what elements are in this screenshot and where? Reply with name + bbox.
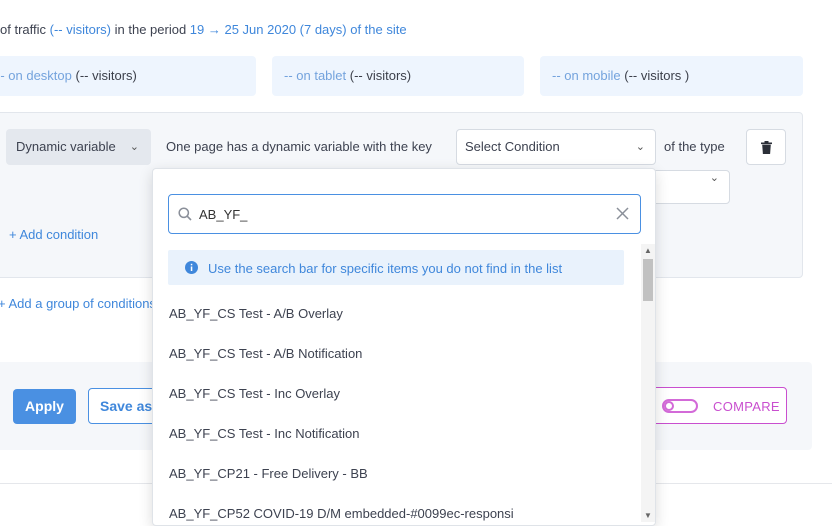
apply-button[interactable]: Apply xyxy=(13,389,76,424)
compare-toggle[interactable] xyxy=(662,399,698,413)
of-type-label: of the type xyxy=(664,139,725,154)
info-text: Use the search bar for specific items yo… xyxy=(208,261,563,276)
select-condition-label: Select Condition xyxy=(465,139,560,154)
dropdown-option[interactable]: AB_YF_CS Test - Inc Overlay xyxy=(169,374,629,414)
info-icon xyxy=(185,261,198,274)
search-icon xyxy=(178,207,192,221)
mobile-count: (-- visitors ) xyxy=(624,68,690,83)
scroll-up-arrow-icon[interactable]: ▲ xyxy=(644,246,652,255)
traffic-summary: of traffic (-- visitors) in the period 1… xyxy=(0,22,407,40)
info-banner: Use the search bar for specific items yo… xyxy=(168,250,624,285)
scroll-down-arrow-icon[interactable]: ▼ xyxy=(644,511,652,520)
add-group-link[interactable]: + Add a group of conditions xyxy=(0,296,156,311)
chevron-down-icon: ⌄ xyxy=(635,141,645,153)
tablet-count: (-- visitors) xyxy=(349,68,412,83)
mobile-label: -- on mobile xyxy=(552,68,625,83)
desktop-label: -- on desktop xyxy=(0,68,76,83)
add-condition-link[interactable]: + Add condition xyxy=(9,227,98,242)
desktop-box: -- on desktop (-- visitors) xyxy=(0,56,256,96)
dropdown-option[interactable]: AB_YF_CS Test - A/B Overlay xyxy=(169,294,629,334)
option-list: AB_YF_CS Test - A/B Overlay AB_YF_CS Tes… xyxy=(169,294,629,525)
summary-middle: in the period xyxy=(111,22,190,37)
dropdown-option[interactable]: AB_YF_CP21 - Free Delivery - BB xyxy=(169,454,629,494)
dynamic-variable-label: Dynamic variable xyxy=(16,139,116,154)
summary-period: 19 → 25 Jun 2020 (7 days) of the site xyxy=(189,22,407,37)
summary-visitors: (-- visitors) xyxy=(49,22,112,37)
toggle-knob xyxy=(664,401,674,411)
search-input[interactable] xyxy=(199,195,599,233)
chevron-down-icon: ⌄ xyxy=(709,172,719,184)
dynamic-variable-button[interactable]: Dynamic variable ⌄ xyxy=(6,129,151,165)
delete-condition-button[interactable] xyxy=(746,129,786,165)
compare-label: COMPARE xyxy=(713,399,780,414)
desktop-count: (-- visitors) xyxy=(75,68,137,83)
scroll-thumb[interactable] xyxy=(643,259,653,301)
summary-prefix: of traffic xyxy=(0,22,50,37)
scrollbar[interactable]: ▲ ▼ xyxy=(641,244,655,522)
tablet-label: -- on tablet xyxy=(284,68,350,83)
condition-text: One page has a dynamic variable with the… xyxy=(166,139,432,154)
trash-icon xyxy=(761,141,772,154)
search-box xyxy=(168,194,641,234)
dropdown-option[interactable]: AB_YF_CP52 COVID-19 D/M embedded-#0099ec… xyxy=(169,494,629,525)
tablet-box: -- on tablet (-- visitors) xyxy=(272,56,524,96)
dropdown-option[interactable]: AB_YF_CS Test - A/B Notification xyxy=(169,334,629,374)
compare-button[interactable]: COMPARE xyxy=(652,387,787,424)
dropdown-option[interactable]: AB_YF_CS Test - Inc Notification xyxy=(169,414,629,454)
condition-dropdown-menu: Use the search bar for specific items yo… xyxy=(152,168,656,526)
select-condition-dropdown[interactable]: Select Condition ⌄ xyxy=(456,129,656,165)
mobile-box: -- on mobile (-- visitors ) xyxy=(540,56,803,96)
close-icon[interactable] xyxy=(616,207,629,220)
chevron-down-icon: ⌄ xyxy=(129,141,139,153)
